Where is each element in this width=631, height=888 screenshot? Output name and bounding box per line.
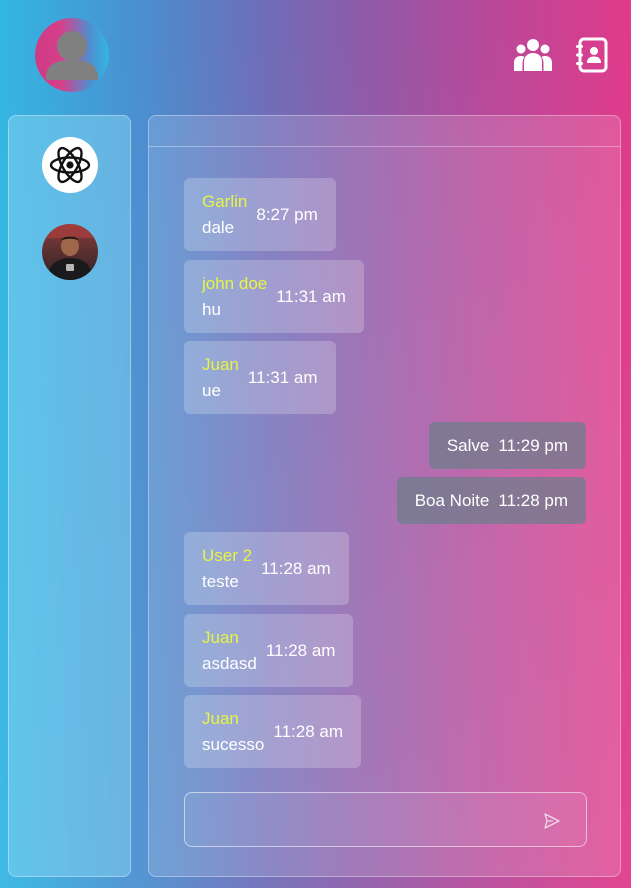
message-time: 11:28 pm (498, 490, 568, 510)
message-author: Juan (202, 708, 239, 728)
message-bubble: Juan sucesso 11:28 am (184, 695, 361, 768)
chat-item-profile[interactable] (42, 224, 98, 280)
message-author: Garlin (202, 191, 248, 211)
message-bubble: Garlin dale 8:27 pm (184, 178, 336, 251)
send-button[interactable] (543, 812, 561, 830)
outgoing-message-bubble: Boa Noite 11:28 pm (396, 477, 586, 524)
profile-photo (42, 224, 98, 280)
message-text: sucesso (202, 734, 265, 754)
user-avatar[interactable] (35, 18, 109, 92)
message-text: ue (202, 380, 221, 400)
message-bubble: Juan asdasd 11:28 am (184, 614, 354, 687)
chat-item-react[interactable] (42, 137, 98, 193)
message-time: 11:31 am (247, 367, 318, 387)
message-author: Juan (202, 627, 239, 647)
chat-list-sidebar (8, 115, 131, 877)
users-group-icon[interactable] (513, 37, 553, 73)
message-author: john doe (202, 273, 268, 293)
message-text: hu (202, 299, 221, 319)
react-logo-icon (49, 146, 91, 184)
message-text: asdasd (202, 653, 257, 673)
message-time: 8:27 pm (256, 204, 318, 224)
user-silhouette-icon (46, 31, 98, 80)
message-time: 11:28 am (273, 721, 343, 741)
message-author: User 2 (202, 545, 253, 565)
chat-header-divider (149, 146, 620, 147)
message-text: Boa Noite (414, 490, 490, 510)
message-time: 11:31 am (276, 286, 346, 306)
message-composer (184, 792, 587, 847)
message-text: dale (202, 217, 235, 237)
send-icon (544, 813, 560, 829)
contacts-book-icon[interactable] (573, 37, 613, 73)
message-bubble: User 2 teste 11:28 am (184, 532, 349, 605)
message-text: Salve (446, 435, 490, 455)
chat-panel: Garlin dale 8:27 pm john doe hu 11:31 am… (148, 115, 621, 877)
message-time: 11:29 pm (498, 435, 568, 455)
message-text: teste (202, 571, 239, 591)
top-bar (0, 0, 631, 112)
message-time: 11:28 am (265, 640, 336, 660)
outgoing-message-bubble: Salve 11:29 pm (428, 422, 586, 469)
message-bubble: Juan ue 11:31 am (184, 341, 336, 414)
message-input[interactable] (185, 793, 525, 846)
message-bubble: john doe hu 11:31 am (184, 260, 364, 333)
message-time: 11:28 am (261, 558, 331, 578)
message-author: Juan (202, 354, 239, 374)
